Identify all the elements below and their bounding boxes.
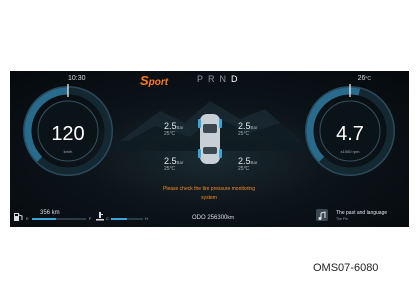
fuel-level-bar — [32, 218, 86, 220]
gear-selector: PRND — [197, 74, 243, 84]
fuel-range: 356 km — [40, 210, 60, 216]
speed-unit: km/h — [63, 149, 73, 154]
clock: 10:30 — [68, 75, 86, 82]
tire-front-right: 2.5Bar 25°C — [238, 121, 258, 137]
coolant-level-bar — [111, 218, 143, 220]
gear-n: N — [219, 74, 232, 84]
music-note-icon — [316, 209, 328, 221]
drive-mode-label: Sport — [140, 73, 169, 88]
tire-warning-message: Please check the tire pressure monitorin… — [163, 186, 255, 201]
rpm-unit: x1000 rpm — [340, 149, 360, 154]
tire-rear-right: 2.5Bar 25°C — [238, 156, 258, 172]
fuel-empty-label: E — [26, 216, 29, 221]
coolant-temperature-icon — [96, 212, 104, 221]
fuel-pump-icon — [14, 213, 23, 221]
coolant-cold-label: C — [106, 216, 109, 221]
gear-r: R — [208, 74, 220, 84]
fuel-full-label: F — [89, 216, 92, 221]
gear-d: D — [231, 74, 243, 84]
tire-rear-left: 2.5Bar 25°C — [164, 156, 184, 172]
car-top-view-icon — [198, 114, 222, 164]
tire-front-left: 2.5Bar 25°C — [164, 121, 184, 137]
media-title: The past and language — [336, 210, 388, 216]
speedometer: 120 km/h — [20, 83, 116, 179]
speed-value: 120 — [51, 123, 85, 145]
figure-caption: OMS07-6080 — [313, 262, 379, 274]
coolant-hot-label: H — [145, 216, 148, 221]
instrument-cluster: 10:30 26°C Sport PRND 120 km/h 4.7 x1000… — [10, 71, 409, 227]
tachometer: 4.7 x1000 rpm — [302, 83, 398, 179]
media-artist: The Fin — [336, 217, 348, 221]
odometer: ODO 256300km — [192, 215, 235, 221]
rpm-value: 4.7 — [336, 123, 364, 145]
outside-temperature: 26°C — [357, 75, 371, 82]
gear-p: P — [197, 74, 209, 84]
